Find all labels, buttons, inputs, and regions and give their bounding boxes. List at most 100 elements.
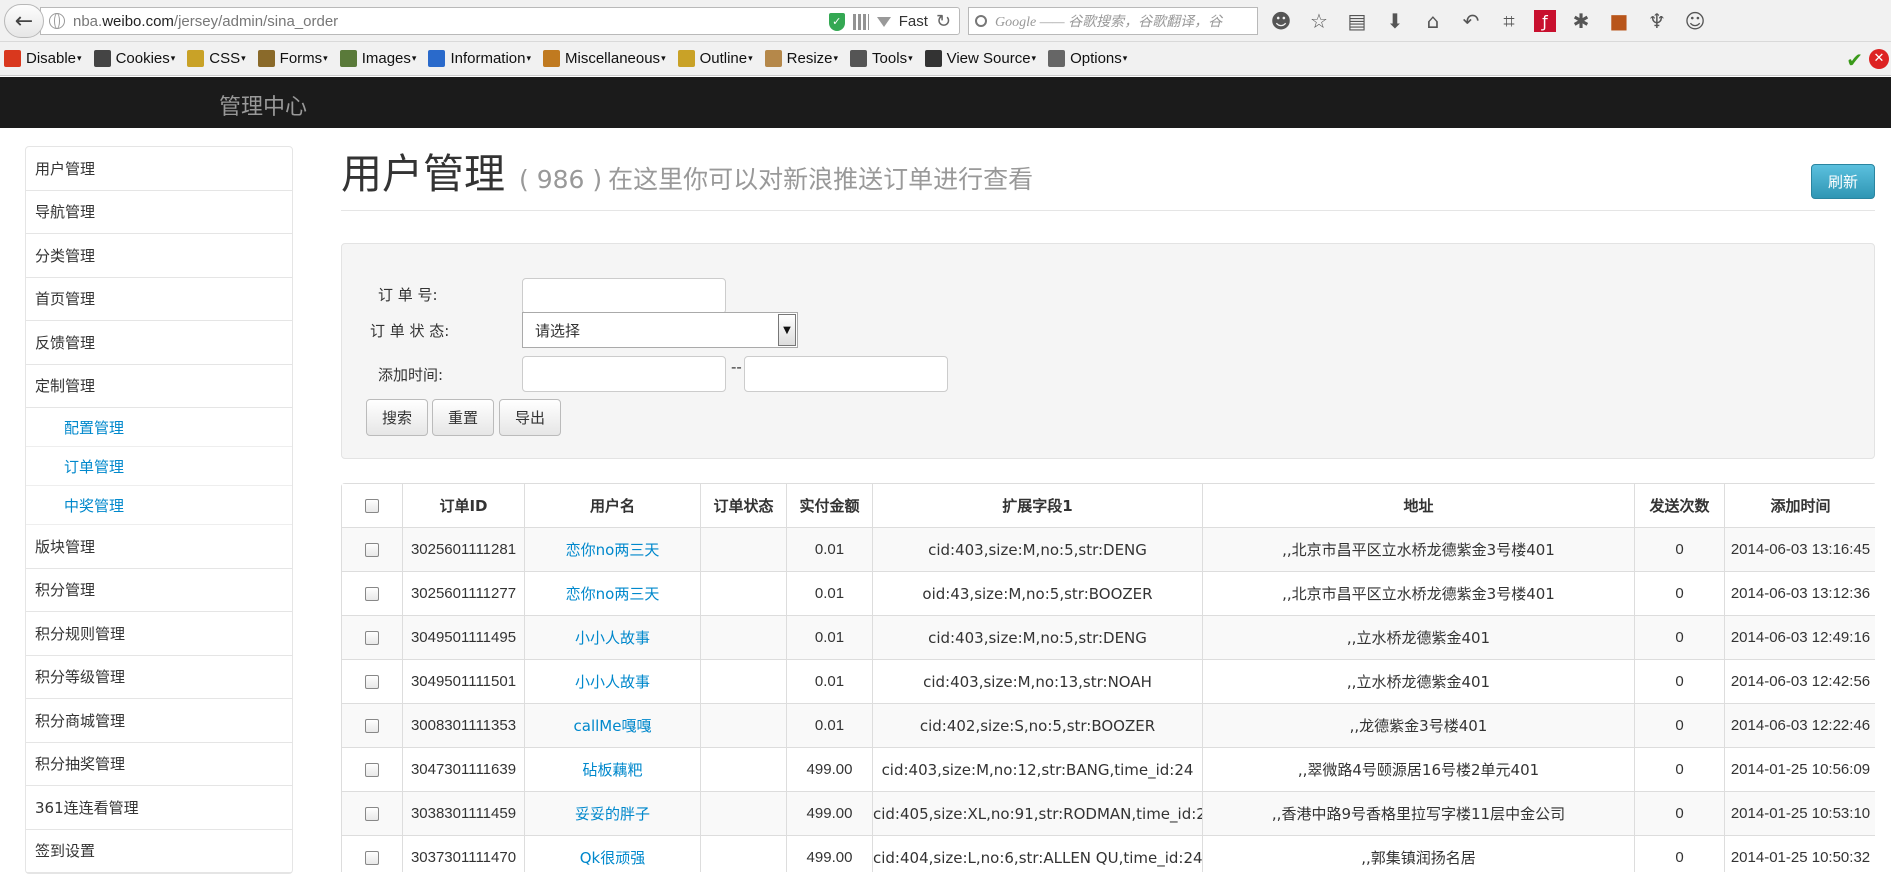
tools-icon [850, 50, 868, 67]
row-checkbox[interactable] [365, 719, 379, 734]
row-checkbox[interactable] [365, 851, 379, 866]
sidebar-item[interactable]: 版块管理 [26, 525, 292, 569]
sidebar-item[interactable]: 首页管理 [26, 278, 292, 321]
address-bar[interactable]: nba.weibo.com/jersey/admin/sina_order ✓ … [40, 7, 960, 35]
search-field[interactable]: Google —— 谷歌搜索，谷歌翻译，谷 [968, 7, 1258, 35]
sidebar-item[interactable]: 积分抽奖管理 [26, 743, 292, 786]
username-link[interactable]: callMe嘎嘎 [524, 703, 700, 747]
sidebar-item[interactable]: 用户管理 [26, 147, 292, 191]
sidebar-item[interactable]: 分类管理 [26, 234, 292, 278]
send-count-cell: 0 [1634, 703, 1724, 747]
amount-cell: 499.00 [786, 791, 872, 835]
sidebar-item[interactable]: 定制管理 [26, 365, 292, 408]
username-link[interactable]: 妥妥的胖子 [524, 791, 700, 835]
order-no-input[interactable] [522, 278, 726, 314]
row-checkbox[interactable] [365, 543, 379, 558]
devbar-miscellaneous-menu[interactable]: Miscellaneous ▾ [543, 50, 666, 67]
username-link[interactable]: Qk很顽强 [524, 835, 700, 872]
table-row: 3037301111470 Qk很顽强 499.00 cid:404,size:L,n… [342, 835, 1875, 872]
add-time-cell: 2014-06-03 13:16:45 [1724, 527, 1875, 571]
add-time-cell: 2014-06-03 12:42:56 [1724, 659, 1875, 703]
checkmark-icon[interactable]: ✔ [1846, 48, 1863, 72]
sidebar-item[interactable]: 积分商城管理 [26, 699, 292, 743]
sidebar-subitem[interactable]: 中奖管理 [26, 486, 292, 525]
search-button[interactable]: 搜索 [366, 399, 428, 436]
devbar-label: Disable [26, 50, 77, 67]
devbar-outline-menu[interactable]: Outline ▾ [677, 50, 753, 67]
column-header: 扩展字段1 [872, 484, 1202, 527]
table-row: 3025601111277 恋你no两三天 0.01 oid:43,size:M,no… [342, 571, 1875, 615]
back-button[interactable]: ← [4, 4, 44, 38]
sidebar-item[interactable]: 反馈管理 [26, 321, 292, 365]
sidebar-item[interactable]: 积分规则管理 [26, 612, 292, 656]
flash-icon[interactable]: ƒ [1534, 10, 1556, 32]
sidebar-item[interactable]: 361连连看管理 [26, 786, 292, 830]
chevron-down-icon[interactable]: ▼ [778, 314, 796, 346]
devbar-disable-menu[interactable]: Disable ▾ [4, 50, 82, 67]
download-icon[interactable]: ⬇ [1382, 6, 1408, 36]
bookmark-star-icon[interactable]: ☆ [1306, 6, 1332, 36]
row-checkbox[interactable] [365, 631, 379, 646]
caret-down-icon: ▾ [908, 53, 913, 63]
rss-triangle-icon[interactable] [876, 16, 891, 27]
refresh-button[interactable]: 刷新 [1811, 164, 1875, 199]
extension-field-cell: cid:403,size:M,no:13,str:NOAH [872, 659, 1202, 703]
amount-cell: 499.00 [786, 835, 872, 872]
miscellaneous-icon [543, 50, 561, 67]
devbar-options-menu[interactable]: Options ▾ [1048, 50, 1127, 67]
trophy-icon[interactable]: ♆ [1644, 6, 1670, 36]
addon-icon[interactable]: ☻ [1268, 6, 1294, 36]
close-icon[interactable]: ✕ [1869, 49, 1889, 69]
row-checkbox[interactable] [365, 763, 379, 778]
home-icon[interactable]: ⌂ [1420, 6, 1446, 36]
username-link[interactable]: 恋你no两三天 [524, 527, 700, 571]
filter-form: 订 单 号: 订 单 状 态: 请选择 ▼ 添加时间: -- 搜索 重置 导出 [341, 243, 1875, 459]
row-checkbox[interactable] [365, 675, 379, 690]
undo-icon[interactable]: ↶ [1458, 6, 1484, 36]
crop-icon[interactable]: ⌗ [1496, 6, 1522, 36]
devbar-css-menu[interactable]: CSS ▾ [187, 50, 246, 67]
extension-icon[interactable]: ■ [1606, 6, 1632, 36]
fast-label[interactable]: Fast [899, 13, 928, 30]
devbar-information-menu[interactable]: Information ▾ [428, 50, 531, 67]
devbar-view-source-menu[interactable]: View Source ▾ [924, 50, 1036, 67]
order-id-cell: 3025601111277 [402, 571, 524, 615]
row-checkbox[interactable] [365, 587, 379, 602]
sidebar-item[interactable]: 积分等级管理 [26, 656, 292, 699]
order-status-select[interactable]: 请选择 ▼ [522, 312, 798, 348]
reload-icon[interactable]: ↻ [936, 11, 951, 32]
url-text[interactable]: nba.weibo.com/jersey/admin/sina_order [73, 13, 338, 30]
select-all-checkbox[interactable] [365, 499, 379, 513]
username-link[interactable]: 小小人故事 [524, 615, 700, 659]
column-header: 订单ID [402, 484, 524, 527]
reset-button[interactable]: 重置 [432, 399, 494, 436]
devbar-forms-menu[interactable]: Forms ▾ [257, 50, 328, 67]
table-row: 3025601111281 恋你no两三天 0.01 cid:403,size:M,n… [342, 527, 1875, 571]
end-time-input[interactable] [744, 356, 948, 392]
sidebar-subitem[interactable]: 订单管理 [26, 447, 292, 486]
row-checkbox[interactable] [365, 807, 379, 822]
devbar-images-menu[interactable]: Images ▾ [339, 50, 416, 67]
amount-cell: 0.01 [786, 659, 872, 703]
devbar-cookies-menu[interactable]: Cookies ▾ [93, 50, 175, 67]
export-button[interactable]: 导出 [499, 399, 561, 436]
order-no-label: 订 单 号: [378, 286, 438, 304]
chat-icon[interactable]: ☺ [1682, 6, 1708, 36]
username-link[interactable]: 恋你no两三天 [524, 571, 700, 615]
username-link[interactable]: 小小人故事 [524, 659, 700, 703]
sidebar-item[interactable]: 签到设置 [26, 830, 292, 873]
reading-list-icon[interactable]: ▤ [1344, 6, 1370, 36]
sidebar-item[interactable]: 积分管理 [26, 569, 292, 612]
sidebar-subitem[interactable]: 配置管理 [26, 408, 292, 447]
shield-icon[interactable]: ✓ [828, 12, 845, 31]
qr-code-icon[interactable] [852, 13, 869, 30]
username-link[interactable]: 砧板藕粑 [524, 747, 700, 791]
select-all-header[interactable] [342, 484, 402, 527]
firebug-icon[interactable]: ✱ [1568, 6, 1594, 36]
devbar-resize-menu[interactable]: Resize ▾ [764, 50, 838, 67]
sidebar-item[interactable]: 导航管理 [26, 191, 292, 234]
devbar-tools-menu[interactable]: Tools ▾ [850, 50, 913, 67]
start-time-input[interactable] [522, 356, 726, 392]
caret-down-icon: ▾ [241, 53, 246, 63]
brand-title[interactable]: 管理中心 [219, 89, 307, 121]
